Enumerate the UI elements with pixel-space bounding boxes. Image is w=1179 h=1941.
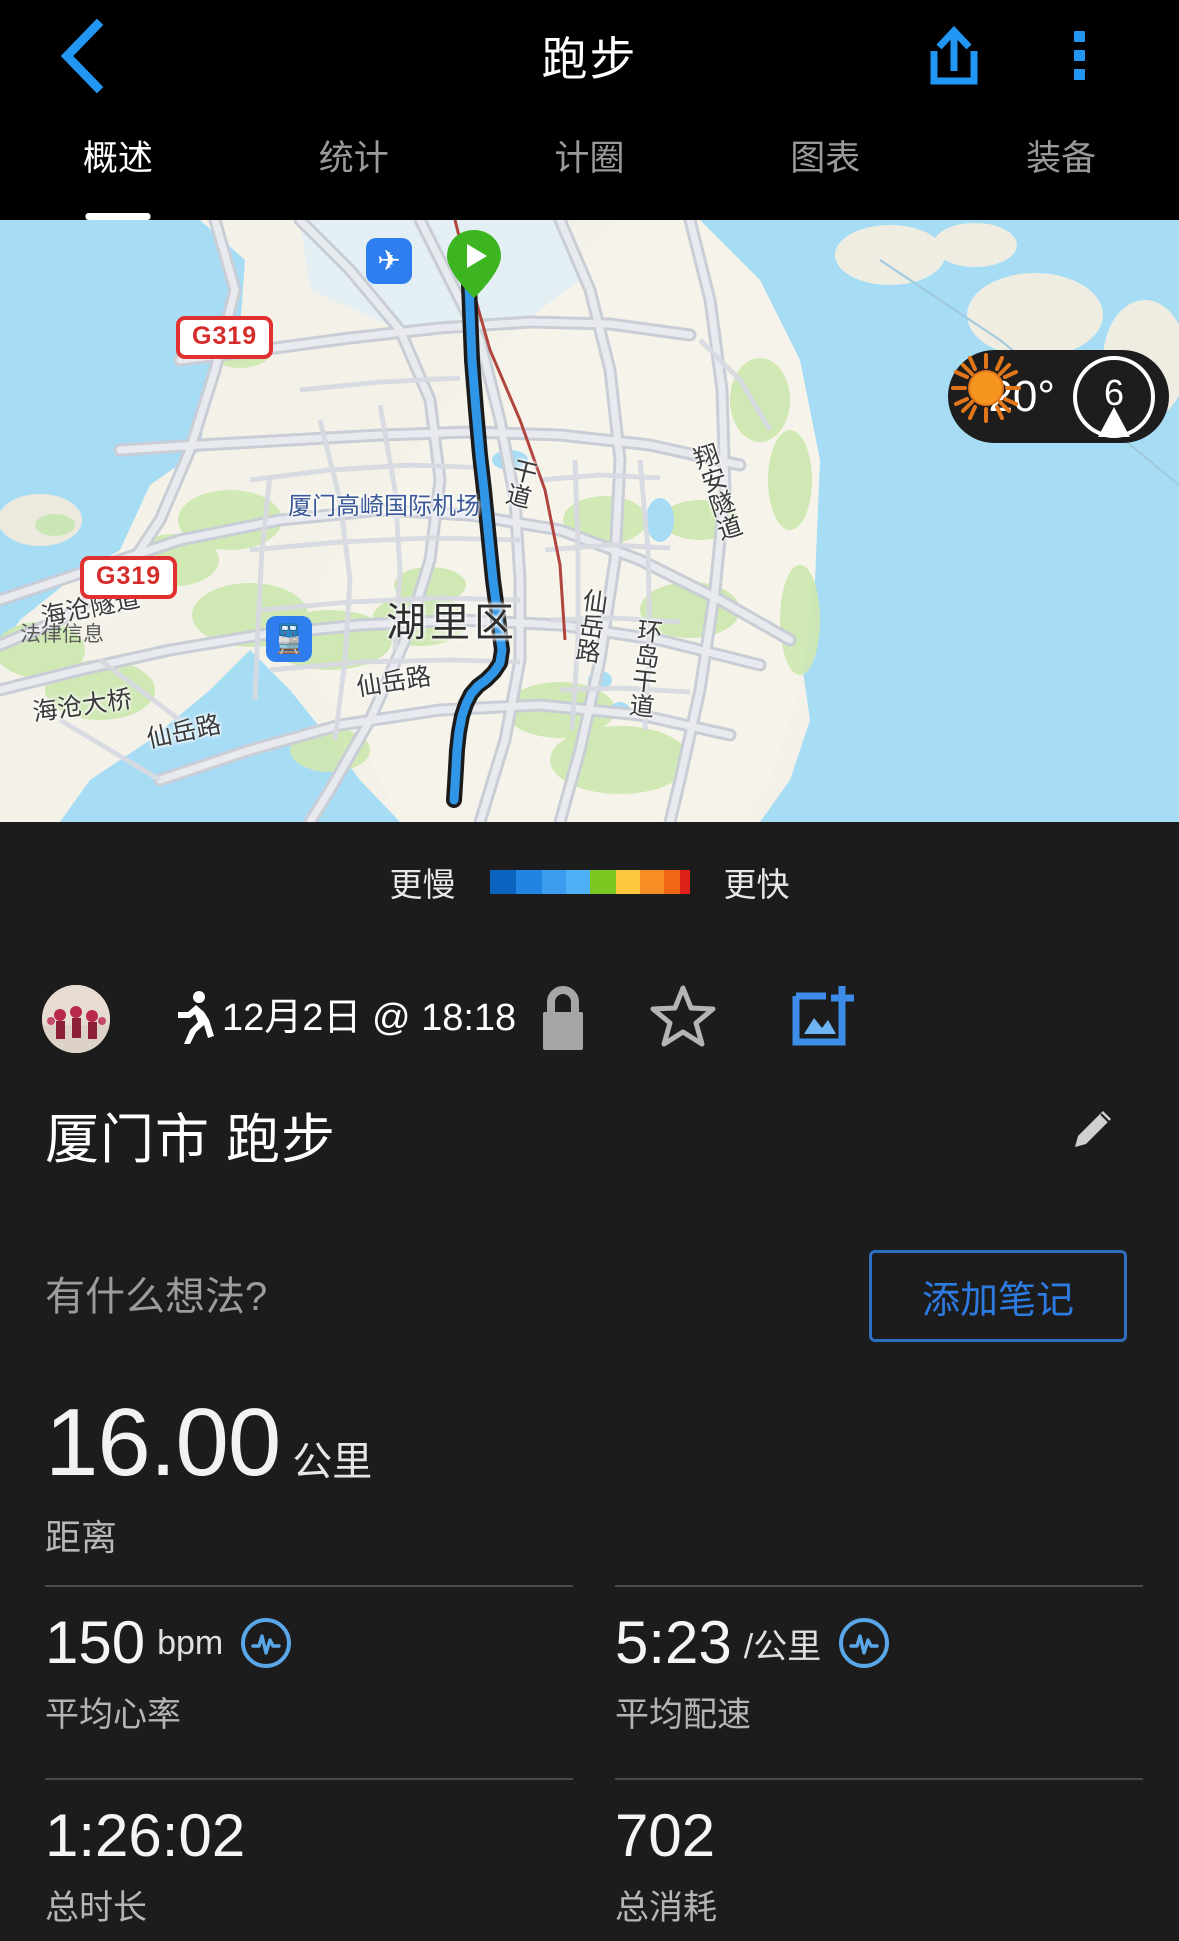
stat-avg-pace: 5:23 /公里 平均配速 xyxy=(570,1585,1143,1736)
stat-total-calories: 702 总消耗 xyxy=(570,1778,1143,1929)
weather-widget[interactable]: 20° 6 xyxy=(948,350,1169,443)
tab-charts[interactable]: 图表 xyxy=(707,113,943,220)
lock-icon[interactable] xyxy=(535,982,591,1059)
stat-total-time: 1:26:02 总时长 xyxy=(0,1778,573,1929)
stat-distance-value: 16.00 xyxy=(45,1389,281,1496)
share-button[interactable] xyxy=(909,8,999,103)
stat-avg-pace-unit: /公里 xyxy=(743,1627,822,1666)
stat-avg-pace-value: 5:23 xyxy=(615,1609,732,1676)
page-title: 跑步 xyxy=(541,32,638,85)
stat-total-time-label: 总时长 xyxy=(45,1889,147,1927)
divider xyxy=(45,1778,573,1780)
stat-total-calories-label: 总消耗 xyxy=(615,1889,717,1927)
tab-stats[interactable]: 统计 xyxy=(236,113,472,220)
divider xyxy=(615,1585,1143,1587)
train-icon: 🚆 xyxy=(266,616,312,662)
activity-title-row: 厦门市 跑步 xyxy=(0,1095,1179,1190)
avatar[interactable] xyxy=(42,985,110,1053)
map-label-airport: 厦门高崎国际机场 xyxy=(288,493,480,520)
tab-gear[interactable]: 装备 xyxy=(943,113,1179,220)
tab-laps[interactable]: 计圈 xyxy=(472,113,708,220)
pencil-icon[interactable] xyxy=(1065,1103,1119,1162)
route-map[interactable]: ✈ 🚆 厦门高崎国际机场 湖里区 海沧隧道 海沧大桥 仙岳路 仙岳路 仙岳路 环… xyxy=(0,220,1179,822)
stat-distance-unit: 公里 xyxy=(292,1440,373,1484)
highway-shield-g319-south: G319 xyxy=(80,556,178,599)
stat-total-time-value: 1:26:02 xyxy=(45,1802,246,1869)
stat-distance-label: 距离 xyxy=(45,1517,118,1558)
speed-legend: 更慢 更快 xyxy=(0,822,1179,942)
divider xyxy=(45,1585,573,1587)
add-note-button[interactable]: 添加笔记 xyxy=(869,1250,1127,1342)
legend-slower-label: 更慢 xyxy=(389,866,456,903)
heart-rate-icon xyxy=(839,1618,890,1668)
airplane-icon: ✈ xyxy=(366,238,412,284)
stat-total-calories-value: 702 xyxy=(615,1802,716,1869)
stat-distance: 16.00 公里 距离 xyxy=(45,1395,372,1561)
stats-grid: 150 bpm 平均心率 5:23 /公里 平均配速 1:26:02 总时长 7… xyxy=(0,1585,1179,1929)
add-photo-icon[interactable] xyxy=(790,982,856,1053)
running-icon xyxy=(170,990,216,1051)
sun-icon xyxy=(951,353,1022,423)
more-vertical-icon-dot xyxy=(1073,50,1085,61)
stats-row-1: 150 bpm 平均心率 5:23 /公里 平均配速 xyxy=(0,1585,1179,1736)
highway-shield-g319-north: G319 xyxy=(176,316,274,359)
app-bar: 跑步 xyxy=(0,0,1179,113)
stat-avg-heart-rate-label: 平均心率 xyxy=(45,1696,181,1734)
compass-needle xyxy=(1098,406,1130,437)
stat-avg-heart-rate-unit: bpm xyxy=(157,1623,224,1662)
activity-title: 厦门市 跑步 xyxy=(45,1110,337,1170)
more-vertical-icon-dot xyxy=(1073,69,1085,80)
heart-rate-icon xyxy=(241,1618,292,1668)
compass-icon: 6 xyxy=(1073,355,1155,438)
tab-overview[interactable]: 概述 xyxy=(0,113,236,220)
stat-avg-heart-rate: 150 bpm 平均心率 xyxy=(0,1585,573,1736)
activity-detail-screen: 跑步 概述 统计 计圈 图表 装备 ✈ 🚆 厦门高崎国际机场 湖里区 海沧隧道 … xyxy=(0,0,1179,1941)
tab-bar: 概述 统计 计圈 图表 装备 xyxy=(0,113,1179,220)
note-placeholder[interactable]: 有什么想法? xyxy=(45,1264,267,1322)
star-outline-icon[interactable] xyxy=(650,984,716,1055)
stats-row-2: 1:26:02 总时长 702 总消耗 xyxy=(0,1778,1179,1929)
more-vertical-icon-dot xyxy=(1073,31,1085,42)
legend-gradient-bar xyxy=(489,870,690,894)
divider xyxy=(615,1778,1143,1780)
stat-avg-heart-rate-value: 150 xyxy=(45,1609,146,1676)
activity-meta-row: 12月2日 @ 18:18 xyxy=(0,960,1179,1080)
share-icon xyxy=(930,25,978,84)
map-legal-info-link[interactable]: 法律信息 xyxy=(20,618,104,648)
map-label-district: 湖里区 xyxy=(386,601,518,645)
activity-datetime: 12月2日 @ 18:18 xyxy=(222,997,517,1039)
more-options-button[interactable] xyxy=(1039,8,1119,103)
note-row: 有什么想法? 添加笔记 xyxy=(0,1250,1179,1350)
legend-faster-label: 更快 xyxy=(723,866,790,903)
stat-avg-pace-label: 平均配速 xyxy=(615,1696,751,1734)
